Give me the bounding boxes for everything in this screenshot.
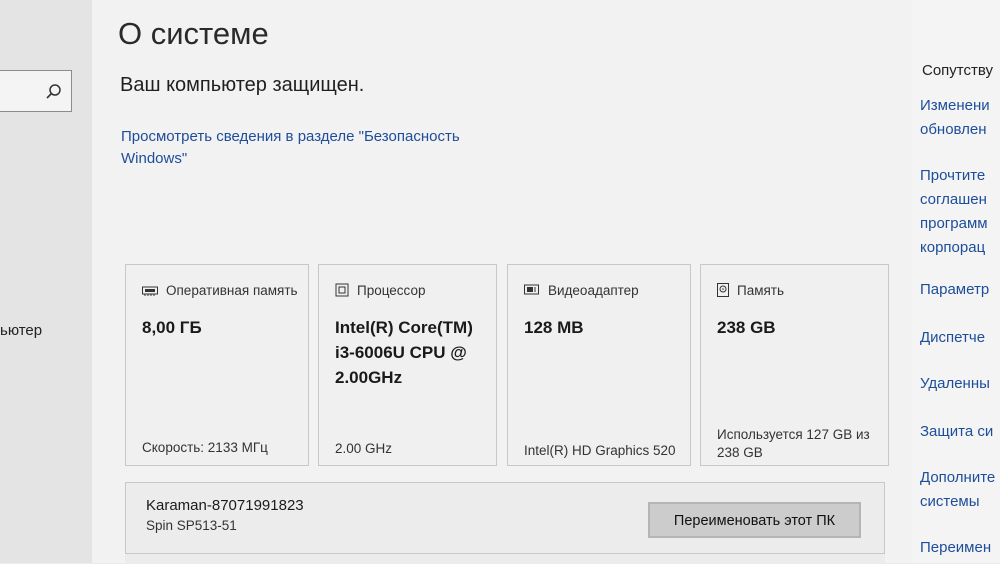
related-link-update[interactable]: Изменени обновлен — [920, 94, 990, 142]
page-title: О системе — [118, 16, 269, 51]
storage-header: Память — [717, 283, 784, 300]
storage-drive-icon — [717, 283, 729, 300]
ram-header: Оперативная память — [142, 283, 298, 299]
gpu-card: Видеоадаптер 128 MB Intel(R) HD Graphics… — [507, 264, 691, 466]
gpu-header: Видеоадаптер — [524, 283, 639, 299]
nav-item-computer[interactable]: ьютер — [0, 322, 42, 339]
security-details-link[interactable]: Просмотреть сведения в разделе "Безопасн… — [121, 126, 521, 170]
related-settings-heading: Сопутству — [922, 62, 994, 79]
related-link-device-manager[interactable]: Диспетче — [920, 326, 985, 350]
left-nav-pane: ьютер — [0, 0, 92, 563]
ram-value: 8,00 ГБ — [142, 318, 202, 337]
cpu-header: Процессор — [335, 283, 425, 300]
storage-card: Память 238 GB Используется 127 GB из 238… — [700, 264, 889, 466]
ram-speed: Скорость: 2133 МГц — [142, 440, 268, 455]
graphics-card-icon — [524, 284, 540, 299]
search-icon[interactable] — [45, 83, 63, 101]
security-status: Ваш компьютер защищен. — [120, 74, 365, 96]
memory-chip-icon — [142, 284, 158, 299]
related-link-protection[interactable]: Защита си — [920, 420, 993, 444]
ram-label: Оперативная память — [166, 283, 298, 298]
next-panel-edge — [125, 553, 885, 564]
cpu-label: Процессор — [357, 283, 426, 299]
device-name: Karaman-87071991823 — [146, 497, 304, 514]
cpu-card: Процессор Intel(R) Core(TM) i3-6006U CPU… — [318, 264, 497, 466]
related-link-license[interactable]: Прочтите соглашен программ корпорац — [920, 164, 988, 260]
ram-card: Оперативная память 8,00 ГБ Скорость: 213… — [125, 264, 309, 466]
device-name-panel: Karaman-87071991823 Spin SP513-51 Переим… — [125, 482, 885, 560]
gpu-model: Intel(R) HD Graphics 520 — [524, 443, 676, 458]
cpu-speed: 2.00 GHz — [335, 441, 393, 456]
related-link-remote[interactable]: Удаленны — [920, 372, 990, 396]
settings-search-input[interactable] — [0, 70, 72, 112]
cpu-value: Intel(R) Core(TM) i3-6006U CPU @ 2.00GHz — [335, 318, 473, 387]
related-link-rename[interactable]: Переимен — [920, 536, 991, 560]
related-link-parameters[interactable]: Параметр — [920, 278, 989, 302]
rename-pc-button[interactable]: Переименовать этот ПК — [648, 502, 861, 538]
storage-usage: Используется 127 GB из 238 GB — [717, 427, 870, 460]
gpu-label: Видеоадаптер — [548, 283, 639, 298]
processor-icon — [335, 283, 349, 300]
device-model: Spin SP513-51 — [146, 518, 237, 533]
gpu-memory: 128 MB — [524, 318, 584, 337]
storage-value: 238 GB — [717, 318, 776, 337]
related-link-advanced[interactable]: Дополните системы — [920, 466, 995, 514]
storage-label: Память — [737, 283, 785, 299]
